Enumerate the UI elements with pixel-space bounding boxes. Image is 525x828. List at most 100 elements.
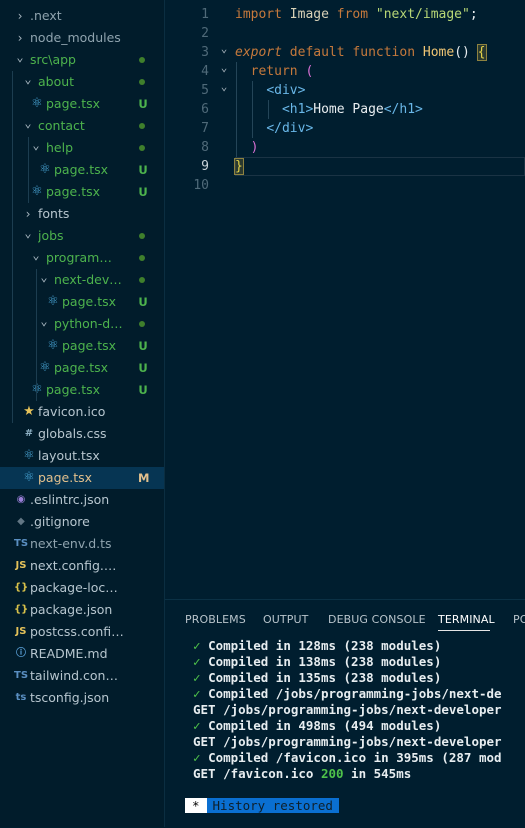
explorer-item-label: page.tsx — [46, 382, 101, 397]
code-line[interactable]: export default function Home() { — [235, 43, 487, 62]
fold-chevron-icon[interactable]: ⌄ — [217, 58, 231, 77]
explorer-item-label: postcss.config.mjs — [30, 624, 124, 639]
explorer-file[interactable]: ⚛ page.tsx M — [0, 467, 164, 489]
code-token: default — [289, 45, 345, 60]
explorer-file[interactable]: ◆ .gitignore — [0, 511, 164, 533]
code-line[interactable]: import Image from "next/image"; — [235, 5, 478, 24]
indent-guide — [236, 62, 237, 157]
terminal-text: in 545ms — [343, 766, 412, 781]
explorer-file[interactable]: ⚛ layout.tsx — [0, 445, 164, 467]
explorer-file[interactable]: ★ favicon.ico — [0, 401, 164, 423]
explorer-file[interactable]: # globals.css — [0, 423, 164, 445]
code-line[interactable]: </div> — [235, 119, 313, 138]
explorer-folder[interactable]: › fonts — [0, 203, 164, 225]
terminal-text: Compiled in 128ms (238 modules) — [208, 638, 442, 653]
code-token: export — [235, 45, 282, 60]
chevron-down-icon[interactable]: ⌄ — [38, 313, 50, 335]
chevron-down-icon[interactable]: ⌄ — [22, 71, 34, 93]
explorer-file[interactable]: JS next.config.mjs — [0, 555, 164, 577]
explorer-file[interactable]: ⚛ page.tsx U — [0, 159, 164, 181]
terminal-text: GET /jobs/programming-jobs/next-develope… — [193, 702, 502, 717]
history-restored-banner: * History restored — [185, 798, 339, 814]
explorer-file[interactable]: ⓘ README.md — [0, 643, 164, 665]
panel-tab-po[interactable]: PO — [513, 612, 525, 628]
explorer-folder[interactable]: ⌄ src\app — [0, 49, 164, 71]
chevron-right-icon[interactable]: › — [22, 203, 34, 225]
panel-tab-terminal[interactable]: TERMINAL — [438, 612, 495, 628]
code-line[interactable]: } — [234, 157, 244, 176]
git-status-dot — [139, 79, 145, 85]
panel-tab-debug-console[interactable]: DEBUG CONSOLE — [328, 612, 426, 628]
git-status-badge: U — [138, 185, 148, 199]
code-line[interactable]: ) — [235, 138, 259, 157]
chevron-down-icon[interactable]: ⌄ — [30, 247, 42, 269]
explorer-file[interactable]: ⚛ page.tsx U — [0, 379, 164, 401]
code-token: Home — [422, 45, 455, 60]
code-line[interactable]: <div> — [235, 81, 305, 100]
react-file-icon: ⚛ — [47, 338, 59, 353]
chevron-right-icon[interactable]: › — [14, 27, 26, 49]
explorer-item-label: node_modules — [30, 30, 121, 45]
chevron-down-icon[interactable]: ⌄ — [22, 225, 34, 247]
explorer-file[interactable]: ⚛ page.tsx U — [0, 335, 164, 357]
explorer-folder[interactable]: ⌄ about — [0, 71, 164, 93]
explorer-file[interactable]: JSpostcss.config.mjs — [0, 621, 164, 643]
panel-tab-output[interactable]: OUTPUT — [263, 612, 308, 628]
git-status-dot — [139, 255, 145, 261]
json-file-icon: {} — [14, 582, 29, 593]
explorer-item-label: .next — [30, 8, 62, 23]
explorer-folder[interactable]: › node_modules — [0, 27, 164, 49]
explorer-folder[interactable]: ⌄ help — [0, 137, 164, 159]
fold-chevron-icon[interactable]: ⌄ — [217, 77, 231, 96]
explorer-file[interactable]: TStailwind.config.ts — [0, 665, 164, 687]
explorer-item-label: README.md — [30, 646, 108, 661]
chevron-right-icon[interactable]: › — [14, 5, 26, 27]
bottom-panel: PROBLEMS OUTPUT DEBUG CONSOLE TERMINAL PO ✓ … — [165, 599, 525, 828]
chevron-down-icon[interactable]: ⌄ — [22, 115, 34, 137]
terminal-text: 200 — [320, 766, 344, 781]
explorer-item-label: python-dev... — [54, 316, 124, 331]
chevron-down-icon[interactable]: ⌄ — [38, 269, 50, 291]
explorer-file[interactable]: ⚛ page.tsx U — [0, 357, 164, 379]
explorer-file[interactable]: ◉ .eslintrc.json — [0, 489, 164, 511]
line-number: 2 — [201, 26, 209, 41]
indent-guide — [252, 81, 253, 138]
panel-tab-problems[interactable]: PROBLEMS — [185, 612, 246, 628]
code-editor[interactable]: 1 import Image from "next/image"; 2 3 ⌄ expor… — [165, 0, 525, 598]
explorer-folder[interactable]: ⌄ programmin... — [0, 247, 164, 269]
explorer-file[interactable]: {} package.json — [0, 599, 164, 621]
terminal-line: ✓ Compiled in 135ms (238 modules) — [193, 670, 441, 686]
line-number: 3 — [201, 45, 209, 60]
explorer-file[interactable]: ⚛ page.tsx U — [0, 181, 164, 203]
chevron-down-icon[interactable]: ⌄ — [14, 49, 26, 71]
code-token: <div> — [266, 83, 306, 98]
explorer-file[interactable]: ⚛ page.tsx U — [0, 93, 164, 115]
explorer-folder[interactable]: ⌄ python-dev... — [0, 313, 164, 335]
explorer-folder[interactable]: ⌄ jobs — [0, 225, 164, 247]
git-status-dot — [139, 123, 145, 129]
explorer-folder[interactable]: ⌄ next-develo... — [0, 269, 164, 291]
react-file-icon: ⚛ — [39, 162, 51, 177]
explorer-file[interactable]: {}package-lock.json — [0, 577, 164, 599]
code-line[interactable]: return ( — [235, 62, 314, 81]
explorer-folder[interactable]: › .next — [0, 5, 164, 27]
explorer-file[interactable]: TS next-env.d.ts — [0, 533, 164, 555]
fold-chevron-icon[interactable]: ⌄ — [217, 39, 231, 58]
explorer-item-label: page.tsx — [62, 294, 117, 309]
git-status-dot — [139, 233, 145, 239]
explorer-file[interactable]: ⚛ page.tsx U — [0, 291, 164, 313]
explorer-file[interactable]: ts tsconfig.json — [0, 687, 164, 709]
terminal-text: Compiled in 138ms (238 modules) — [208, 654, 442, 669]
js-file-icon: JS — [15, 626, 27, 637]
code-token: <h1> — [281, 102, 314, 117]
code-line[interactable]: <h1>Home Page</h1> — [235, 100, 423, 119]
code-token: function — [352, 45, 416, 60]
code-token: </div> — [266, 121, 314, 136]
explorer-folder[interactable]: ⌄ contact — [0, 115, 164, 137]
git-status-badge: U — [138, 163, 148, 177]
chevron-down-icon[interactable]: ⌄ — [30, 137, 42, 159]
explorer-item-label: page.tsx — [46, 184, 101, 199]
